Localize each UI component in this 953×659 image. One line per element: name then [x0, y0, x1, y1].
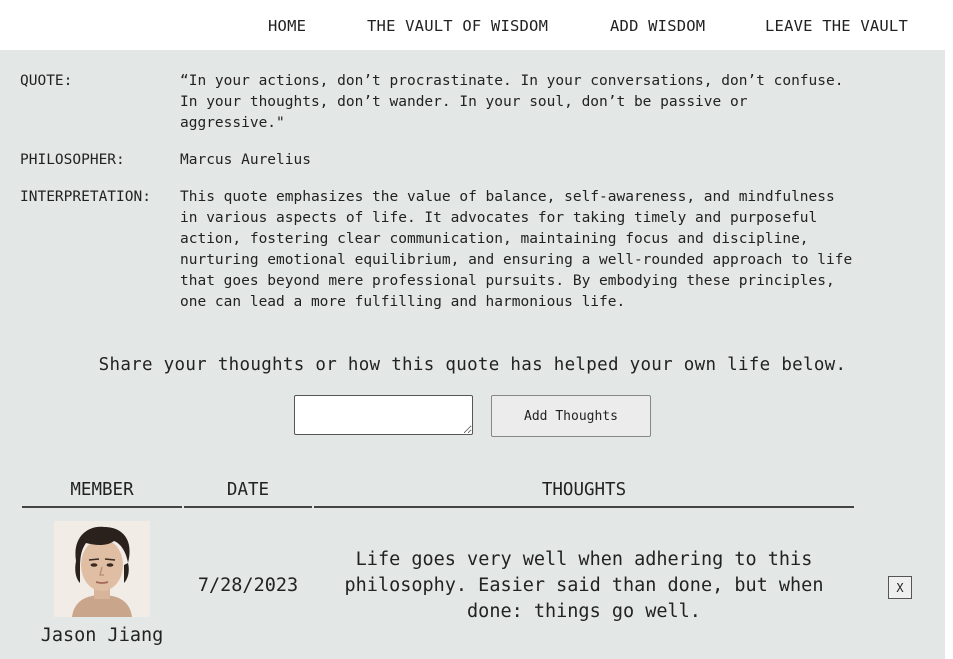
- column-header-member: MEMBER: [22, 478, 182, 508]
- quote-label: QUOTE:: [20, 73, 73, 89]
- philosopher-name: Marcus Aurelius: [180, 152, 311, 168]
- nav-leave-vault-link[interactable]: LEAVE THE VAULT: [765, 17, 908, 35]
- share-thoughts-prompt: Share your thoughts or how this quote ha…: [98, 355, 847, 375]
- column-header-thoughts: THOUGHTS: [314, 478, 854, 508]
- nav-home-link[interactable]: HOME: [268, 17, 306, 35]
- interpretation-label: INTERPRETATION:: [20, 189, 151, 205]
- thought-date: 7/28/2023: [197, 575, 299, 596]
- philosopher-label: PHILOSOPHER:: [20, 152, 125, 168]
- nav-vault-link[interactable]: THE VAULT OF WISDOM: [367, 17, 548, 35]
- member-portrait-icon: [54, 521, 150, 617]
- add-thoughts-button[interactable]: Add Thoughts: [491, 395, 651, 437]
- quote-text: “In your actions, don’t procrastinate. I…: [180, 73, 844, 131]
- delete-thought-button[interactable]: X: [888, 576, 912, 599]
- interpretation-text: This quote emphasizes the value of balan…: [180, 189, 853, 310]
- nav-add-wisdom-link[interactable]: ADD WISDOM: [610, 17, 705, 35]
- avatar: [54, 521, 150, 617]
- thoughts-input[interactable]: [294, 395, 473, 435]
- scrollbar-track[interactable]: [945, 50, 953, 659]
- column-header-date: DATE: [184, 478, 312, 508]
- member-name: Jason Jiang: [40, 625, 164, 646]
- top-navbar: HOME THE VAULT OF WISDOM ADD WISDOM LEAV…: [0, 0, 953, 50]
- thought-text: Life goes very well when adhering to thi…: [344, 549, 824, 622]
